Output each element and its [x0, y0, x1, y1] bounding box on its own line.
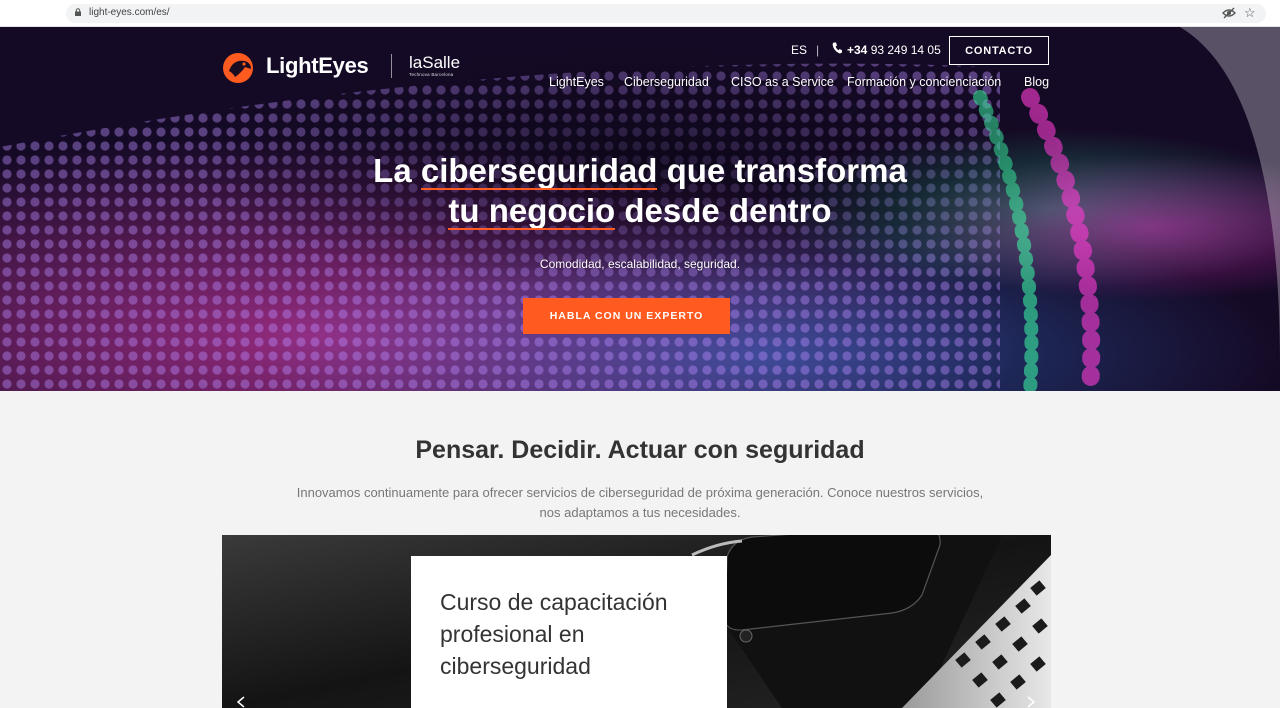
hero-tagline: Comodidad, escalabilidad, seguridad. [539, 257, 741, 271]
star-icon[interactable]: ☆ [1244, 5, 1256, 21]
nav-item-formacion[interactable]: Formación y concienciación [847, 75, 1001, 89]
phone-prefix: +34 [847, 43, 868, 57]
hero-headline-line-1: La ciberseguridad que transforma [0, 151, 1280, 191]
phone-digits: 93 249 14 05 [867, 43, 941, 57]
url-field[interactable] [66, 4, 1266, 23]
partner-logo-subtext: Technova Barcelona [409, 72, 454, 77]
contact-button[interactable]: CONTACTO [949, 36, 1049, 65]
nav-item-ciso[interactable]: CISO as a Service [731, 75, 834, 89]
headline-highlight-2: tu negocio [448, 192, 616, 230]
url-text[interactable]: light-eyes.com/es/ [89, 7, 170, 18]
partner-logo-text: laSalle [409, 53, 461, 72]
lock-icon [75, 8, 81, 16]
section-title: Pensar. Decidir. Actuar con seguridad [415, 436, 865, 464]
carousel-prev-arrow-icon[interactable] [234, 695, 248, 708]
nav-item-lighteyes[interactable]: LightEyes [549, 75, 604, 89]
course-card[interactable]: Curso de capacitación profesional en cib… [411, 556, 727, 708]
talk-to-expert-button[interactable]: HABLA CON UN EXPERTO [523, 298, 730, 334]
phone-icon [832, 42, 842, 54]
logo-divider [391, 54, 392, 78]
headline-text-1a: La [373, 152, 421, 189]
headline-highlight-1: ciberseguridad [420, 152, 658, 190]
nav-item-ciberseguridad[interactable]: Ciberseguridad [624, 75, 709, 89]
browser-address-bar: light-eyes.com/es/ ☆ [0, 0, 1280, 27]
feature-carousel: Curso de capacitación profesional en cib… [222, 535, 1051, 708]
headline-text-2b: desde dentro [615, 192, 832, 229]
carousel-next-arrow-icon[interactable] [1024, 695, 1038, 708]
hero-section: LightEyes laSalle Technova Barcelona ES … [0, 27, 1280, 391]
eye-off-icon[interactable] [1222, 7, 1236, 19]
brand-name: LightEyes [266, 53, 369, 78]
phone-number[interactable]: +34 93 249 14 05 [847, 43, 941, 57]
section-description: Innovamos continuamente para ofrecer ser… [296, 485, 984, 520]
language-selector[interactable]: ES [791, 43, 807, 57]
nav-item-blog[interactable]: Blog [1024, 75, 1049, 89]
topbar-separator: | [816, 43, 820, 57]
eagle-logo-icon [223, 53, 253, 83]
course-card-title: Curso de capacitación profesional en cib… [440, 589, 668, 679]
headline-text-1b: que transforma [657, 152, 907, 189]
hero-headline-line-2: tu negocio desde dentro [0, 191, 1280, 231]
